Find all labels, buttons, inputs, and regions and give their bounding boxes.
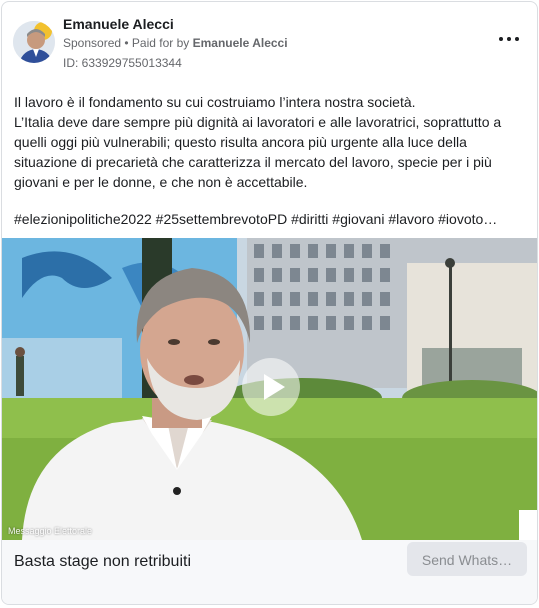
watermark-text: Messaggio Elettorale [8,526,93,536]
hashtags[interactable]: #elezionipolitiche2022 #25settembrevotoP… [14,211,529,227]
link-headline[interactable]: Basta stage non retribuiti [14,553,191,571]
ad-id: ID: 633929755013344 [63,56,182,70]
paid-for-name: Emanuele Alecci [192,36,288,50]
paid-for-prefix: Paid for by [131,36,193,50]
meta-separator: • [121,36,132,50]
ad-header: Emanuele Alecci Sponsored • Paid for by … [2,2,537,82]
ad-body-text: Il lavoro è il fondamento su cui costrui… [14,92,514,192]
ad-video[interactable]: Messaggio Elettorale [2,238,537,540]
ad-card: Emanuele Alecci Sponsored • Paid for by … [1,1,538,605]
avatar[interactable] [13,21,55,63]
sponsored-label: Sponsored [63,36,122,50]
play-icon[interactable] [242,358,300,416]
sponsored-meta: Sponsored • Paid for by Emanuele Alecci [63,36,288,50]
send-whatsapp-button[interactable]: Send Whats… [407,542,527,576]
ad-footer: Basta stage non retribuiti Send Whats… [2,540,537,604]
body-line-2: L’Italia deve dare sempre più dignità ai… [14,114,502,190]
advertiser-name[interactable]: Emanuele Alecci [63,16,174,32]
body-line-1: Il lavoro è il fondamento su cui costrui… [14,94,416,110]
ellipsis-icon[interactable] [498,31,520,47]
avatar-image [13,21,55,63]
